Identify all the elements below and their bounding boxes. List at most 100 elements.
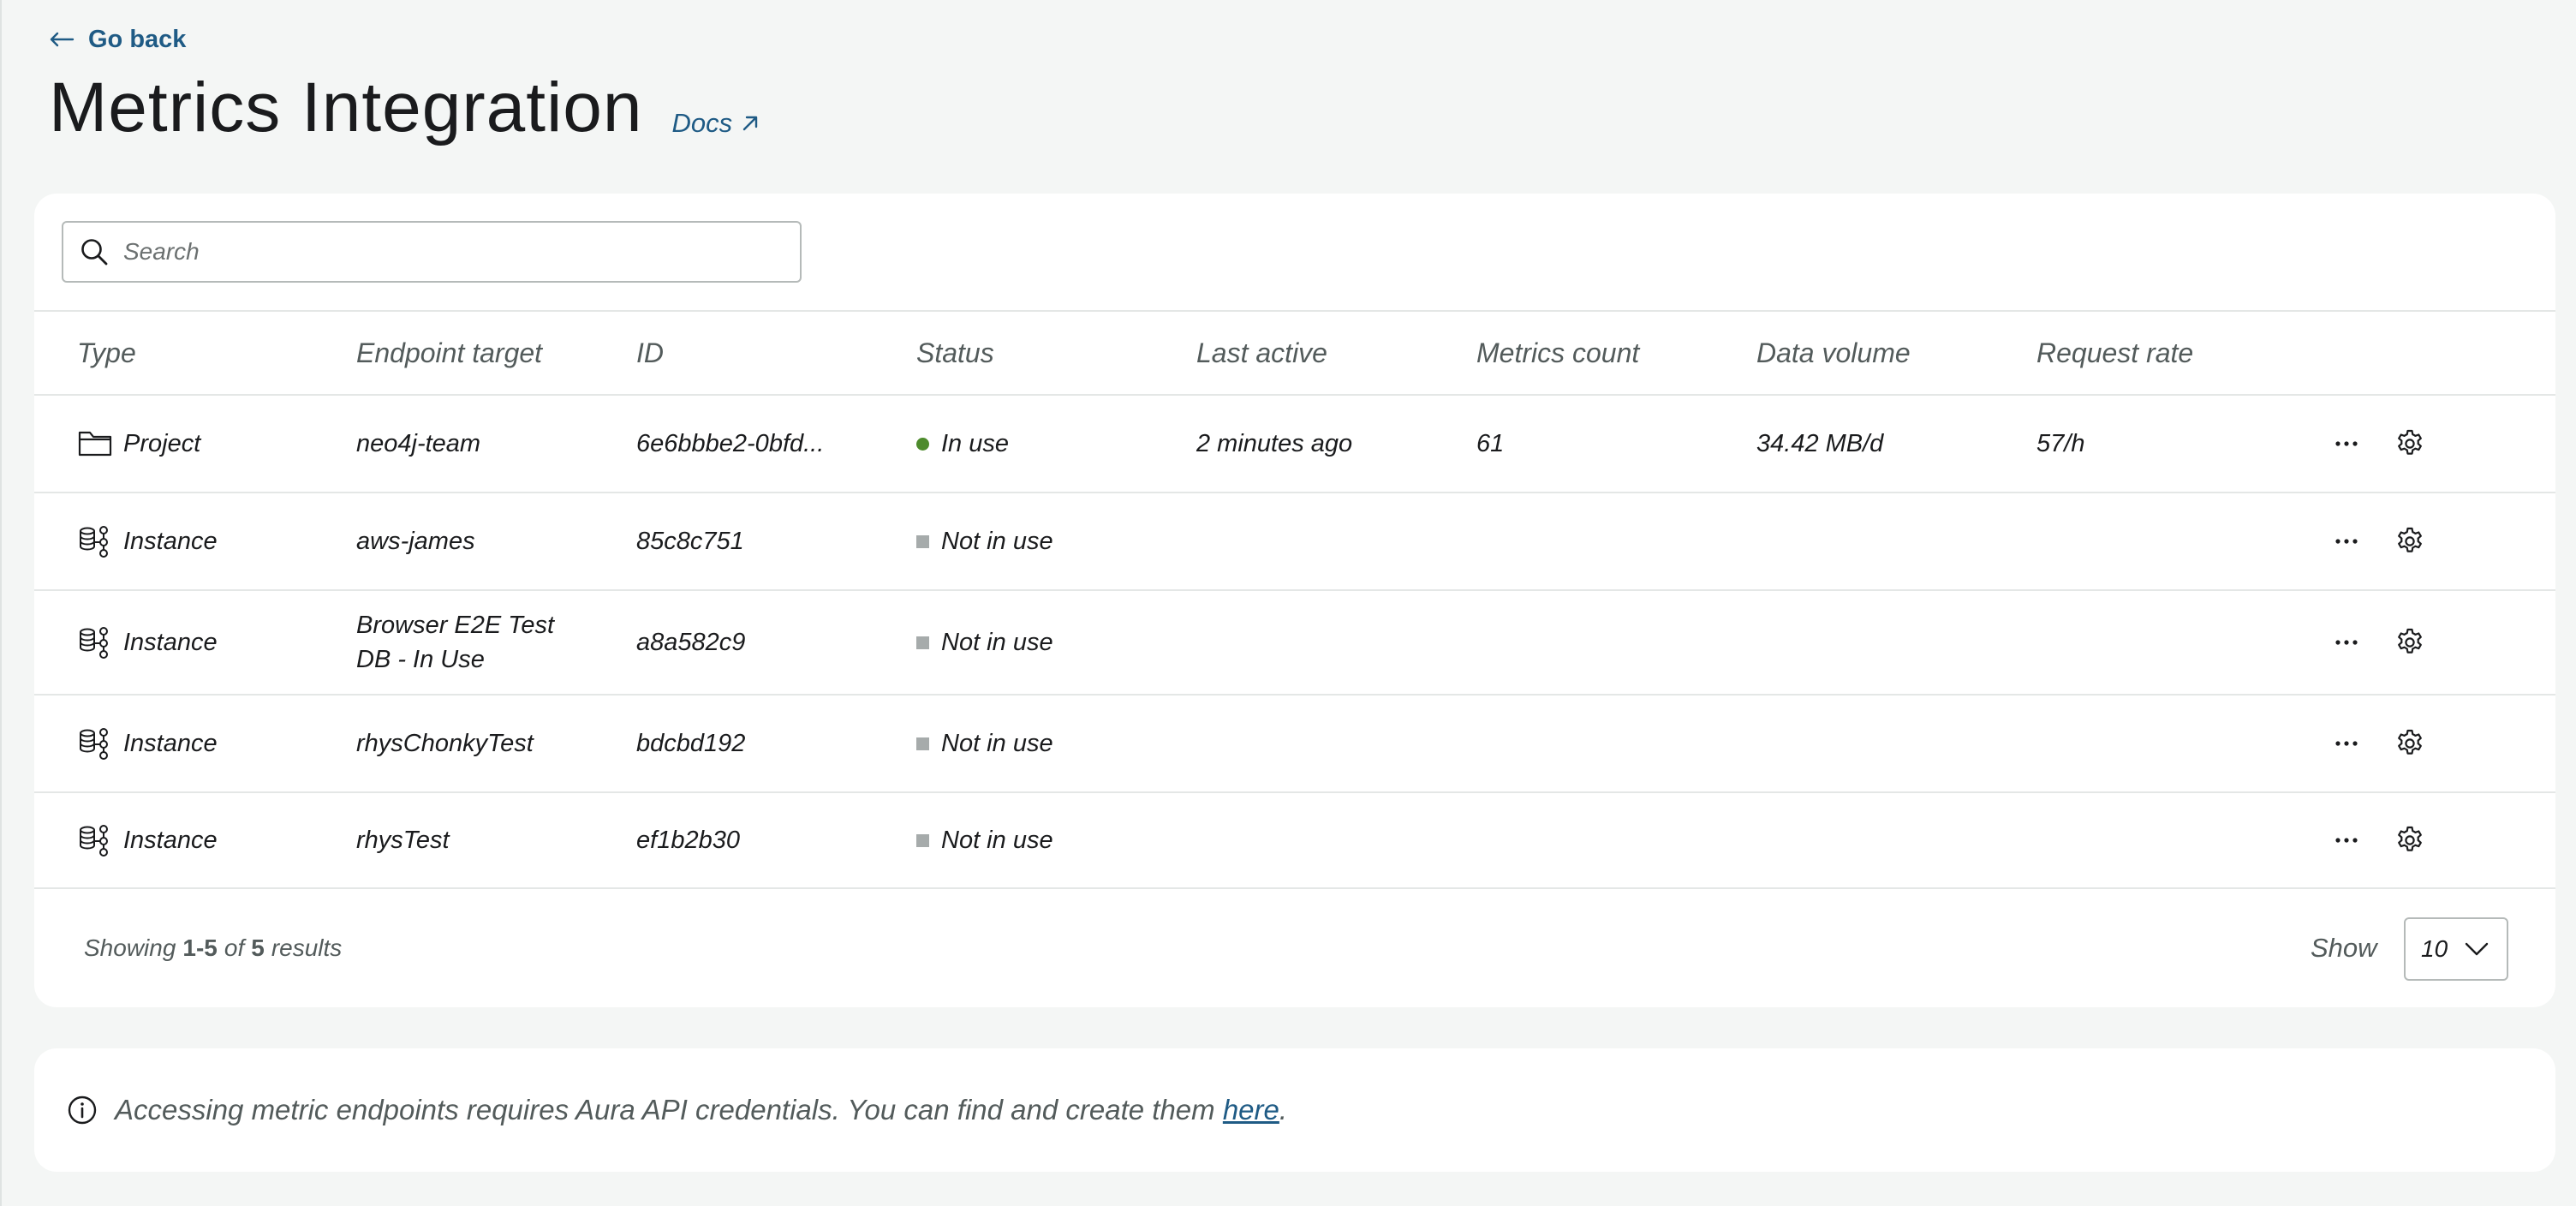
table-footer: Showing 1-5 of 5 results Show 10	[34, 889, 2555, 1007]
type-cell: Instance	[77, 591, 343, 694]
info-icon	[68, 1096, 97, 1125]
page-size-value: 10	[2421, 935, 2448, 962]
folder-icon	[78, 431, 112, 457]
info-banner: Accessing metric endpoints requires Aura…	[67, 1048, 1287, 1172]
more-actions-button[interactable]	[2329, 823, 2364, 857]
more-actions-button[interactable]	[2329, 625, 2364, 660]
column-header-type: Type	[77, 337, 136, 368]
column-header-endpoint-target: Endpoint target	[356, 337, 543, 368]
id-value: a8a582c9	[636, 628, 746, 656]
showing-prefix: Showing	[84, 934, 176, 961]
type-label: Instance	[123, 826, 218, 854]
row-actions	[2329, 696, 2484, 791]
table-header-row: Type Endpoint target ID Status Last acti…	[34, 310, 2555, 394]
table-row[interactable]: Instance aws-james 85c8c751 Not in use	[34, 492, 2555, 589]
metrics-count: 61	[1476, 429, 1505, 457]
id-value: 6e6bbbe2-0bfd...	[636, 429, 825, 457]
status-cell: Not in use	[916, 591, 1182, 694]
endpoint-target: rhysChonkyTest	[356, 730, 534, 757]
column-header-last-active: Last active	[1196, 337, 1327, 368]
title-row: Metrics Integration Docs	[49, 69, 760, 147]
settings-button[interactable]	[2393, 726, 2427, 761]
last-active: 2 minutes ago	[1196, 429, 1353, 457]
type-cell: Instance	[77, 793, 343, 887]
column-header-data-volume: Data volume	[1756, 337, 1911, 368]
column-header-metrics-count: Metrics count	[1476, 337, 1640, 368]
status-label: Not in use	[941, 729, 1053, 757]
chevron-down-icon	[2465, 942, 2489, 956]
row-actions	[2329, 591, 2484, 694]
go-back-label: Go back	[88, 25, 187, 53]
gear-icon	[2398, 826, 2422, 851]
external-link-arrow-icon	[742, 116, 758, 131]
status-cell: Not in use	[916, 793, 1182, 887]
status-label: Not in use	[941, 628, 1053, 656]
type-label: Instance	[123, 527, 218, 555]
request-rate: 57/h	[2036, 429, 2085, 457]
type-label: Instance	[123, 729, 218, 757]
info-message: Accessing metric endpoints requires Aura…	[115, 1094, 1287, 1126]
type-label: Instance	[123, 628, 218, 656]
settings-button[interactable]	[2393, 524, 2427, 558]
id-value: 85c8c751	[636, 527, 744, 555]
database-instance-icon	[80, 728, 108, 760]
docs-label: Docs	[671, 108, 733, 138]
status-cell: Not in use	[916, 696, 1182, 791]
search-field[interactable]	[62, 221, 802, 283]
ellipsis-icon	[2335, 441, 2358, 446]
settings-button[interactable]	[2393, 427, 2427, 461]
type-cell: Instance	[77, 696, 343, 791]
status-in-use-dot	[916, 437, 929, 451]
go-back-link[interactable]: Go back	[49, 21, 186, 58]
status-not-in-use-square	[916, 636, 929, 649]
info-suffix: .	[1279, 1094, 1288, 1125]
data-volume: 34.42 MB/d	[1756, 429, 1884, 457]
results-summary: Showing 1-5 of 5 results	[84, 889, 342, 1007]
status-label: In use	[941, 429, 1009, 457]
search-icon	[81, 239, 108, 266]
endpoint-target: aws-james	[356, 528, 475, 555]
ellipsis-icon	[2335, 640, 2358, 645]
page-title: Metrics Integration	[49, 69, 643, 146]
more-actions-button[interactable]	[2329, 726, 2364, 761]
ellipsis-icon	[2335, 539, 2358, 544]
type-cell: Project	[77, 396, 343, 492]
id-value: bdcbd192	[636, 729, 746, 757]
credentials-info-card: Accessing metric endpoints requires Aura…	[34, 1048, 2555, 1172]
results-label: results	[271, 934, 343, 961]
gear-icon	[2398, 628, 2422, 654]
endpoint-target-line: Browser E2E Test	[356, 612, 555, 639]
database-instance-icon	[80, 825, 108, 857]
column-header-status: Status	[916, 337, 994, 368]
gear-icon	[2398, 729, 2422, 755]
page-size-select[interactable]: 10	[2404, 917, 2508, 981]
docs-link[interactable]: Docs	[672, 108, 760, 139]
ellipsis-icon	[2335, 838, 2358, 843]
status-label: Not in use	[941, 527, 1053, 555]
table-row[interactable]: Instance rhysChonkyTest bdcbd192 Not in …	[34, 694, 2555, 791]
column-header-id: ID	[636, 337, 664, 368]
integrations-table-card: Type Endpoint target ID Status Last acti…	[34, 194, 2555, 1007]
table-row[interactable]: Project neo4j-team 6e6bbbe2-0bfd... In u…	[34, 394, 2555, 492]
more-actions-button[interactable]	[2329, 427, 2364, 461]
arrow-left-icon	[50, 32, 75, 47]
search-input[interactable]	[122, 237, 776, 266]
table-row[interactable]: Instance Browser E2E Test DB - In Use a8…	[34, 589, 2555, 694]
settings-button[interactable]	[2393, 823, 2427, 857]
status-not-in-use-square	[916, 833, 929, 847]
of-label: of	[224, 934, 245, 961]
settings-button[interactable]	[2393, 625, 2427, 660]
type-cell: Instance	[77, 493, 343, 589]
more-actions-button[interactable]	[2329, 524, 2364, 558]
results-range: 1-5	[182, 934, 218, 961]
table-row[interactable]: Instance rhysTest ef1b2b30 Not in use	[34, 791, 2555, 889]
endpoint-target: neo4j-team	[356, 430, 481, 457]
integrations-table: Type Endpoint target ID Status Last acti…	[34, 310, 2555, 889]
status-not-in-use-square	[916, 534, 929, 548]
gear-icon	[2398, 527, 2422, 552]
credentials-here-link[interactable]: here	[1223, 1094, 1279, 1125]
endpoint-target-line: DB - In Use	[356, 646, 485, 673]
ellipsis-icon	[2335, 741, 2358, 746]
status-cell: Not in use	[916, 493, 1182, 589]
endpoint-target: rhysTest	[356, 827, 450, 854]
